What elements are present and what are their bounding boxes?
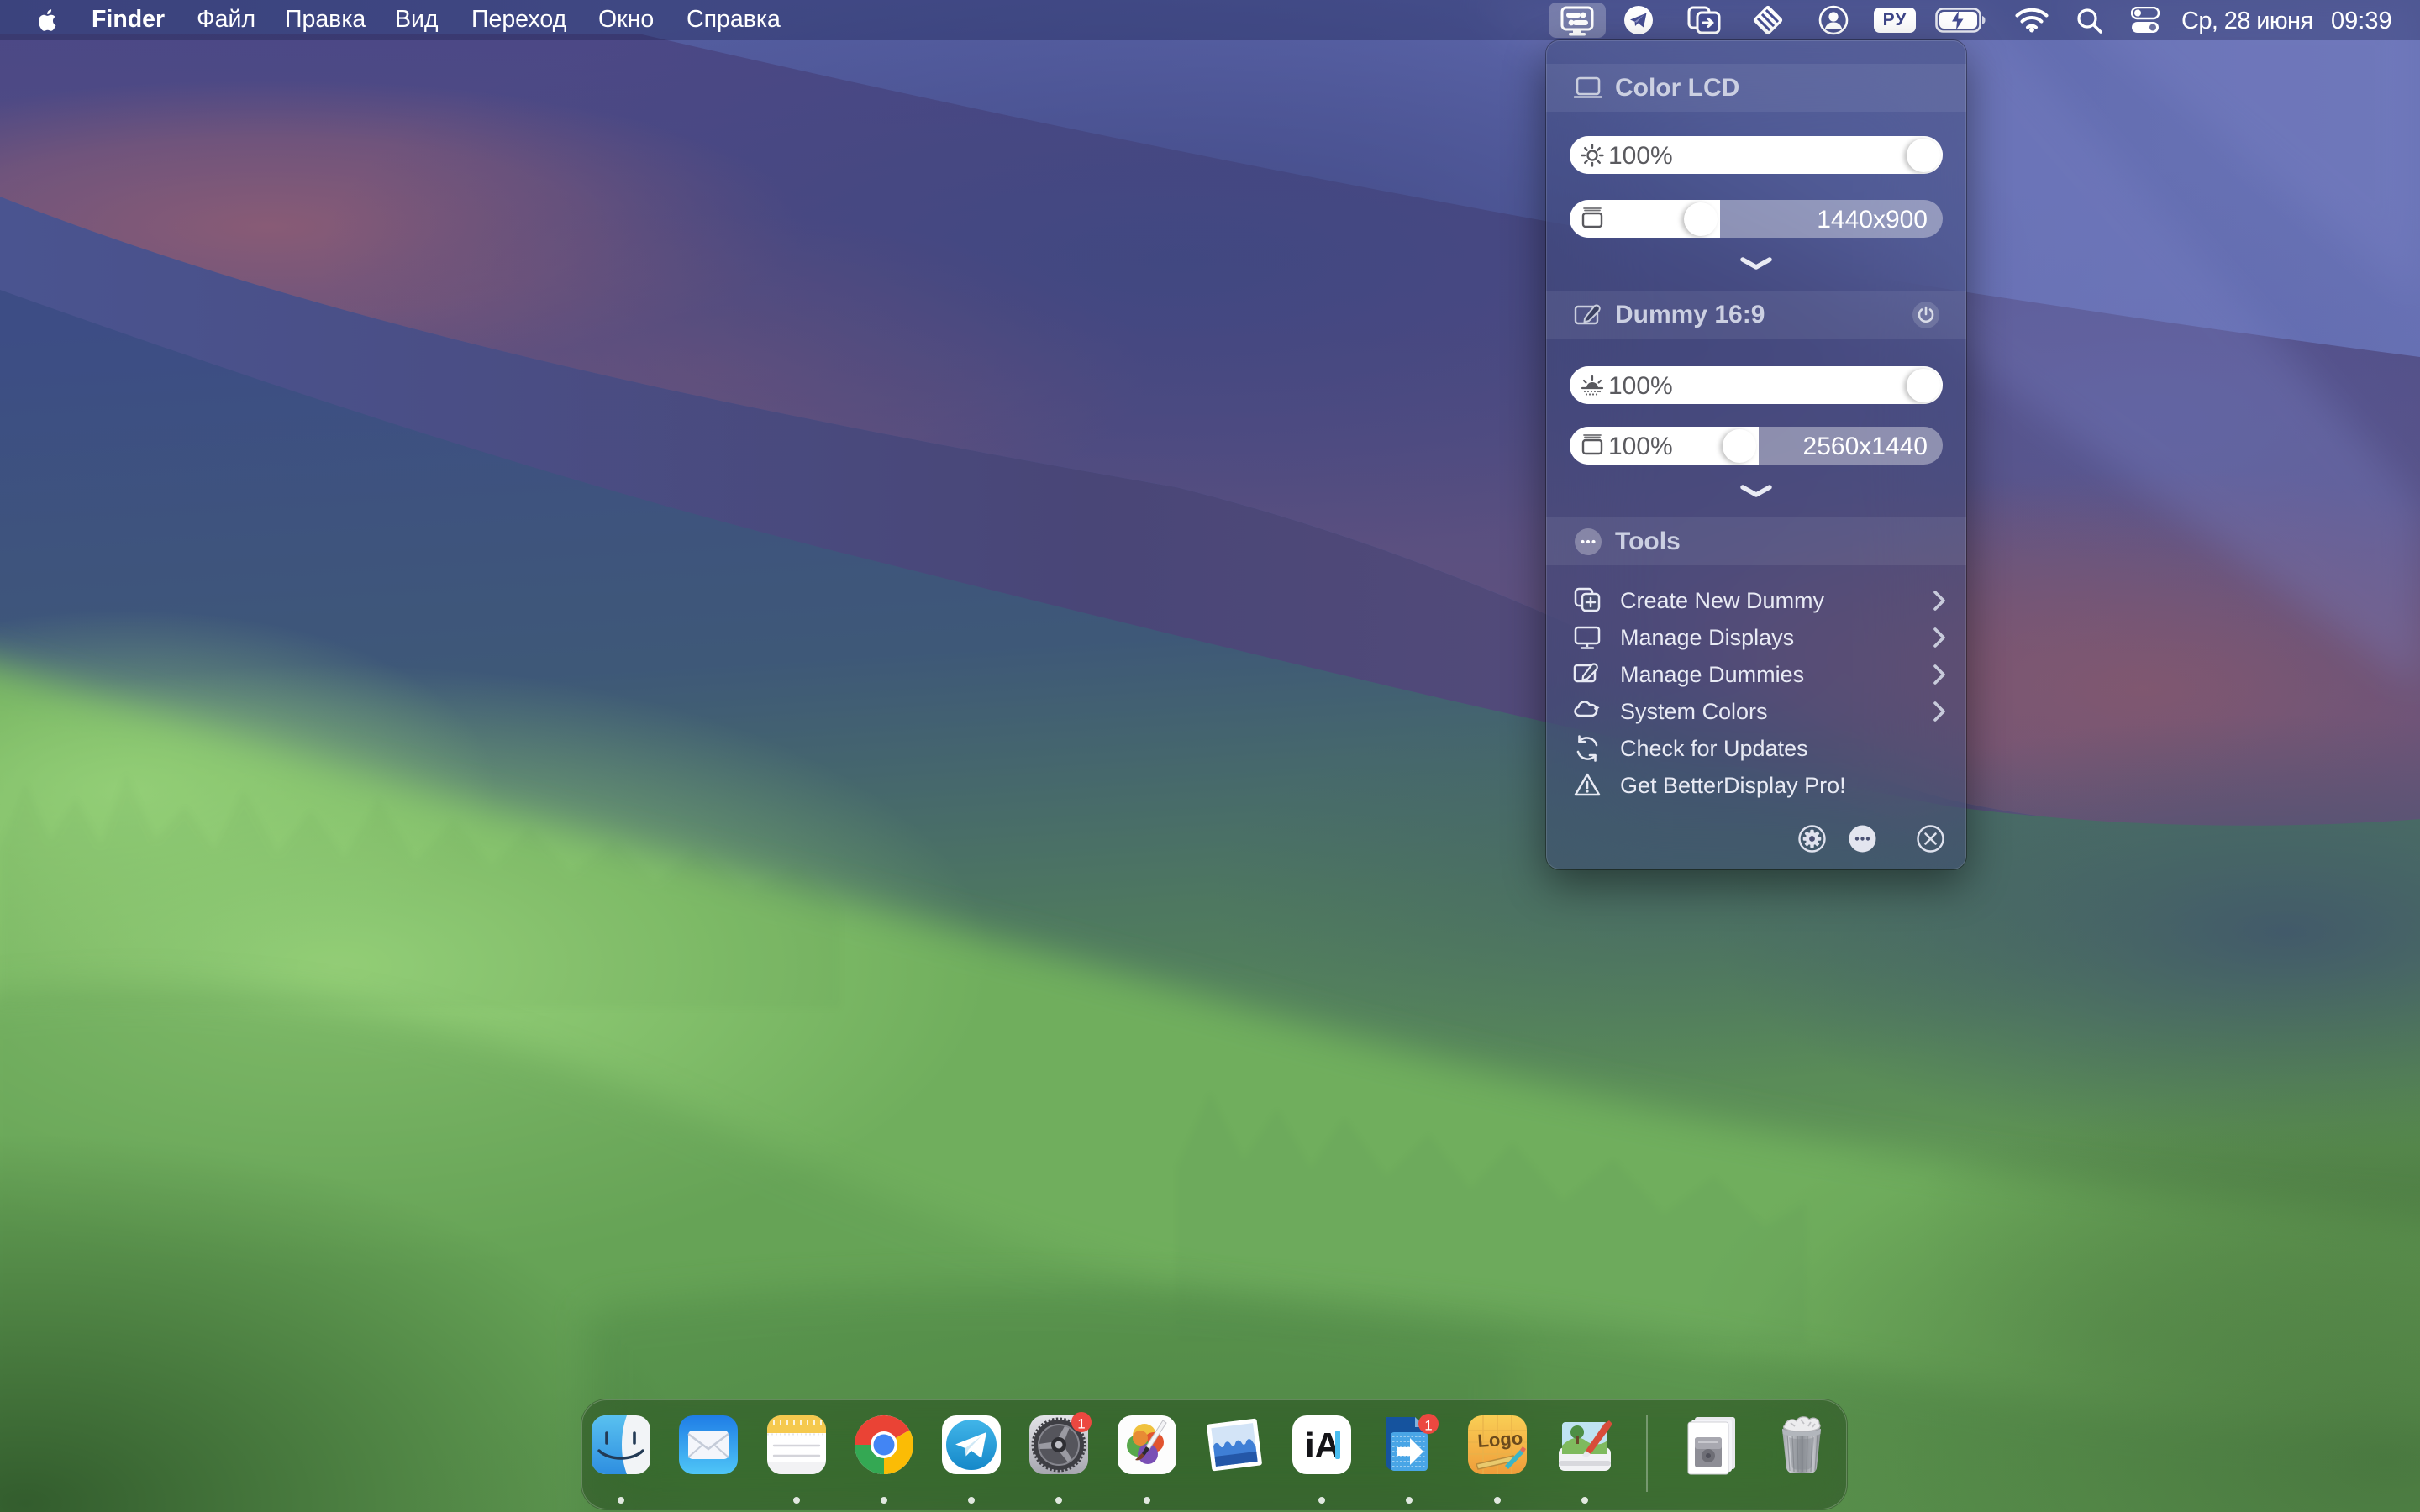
svg-text:1: 1 [1077,1416,1085,1432]
svg-text:iA: iA [1305,1425,1340,1465]
svg-text:Logo: Logo [1477,1427,1523,1452]
svg-text:1: 1 [1424,1418,1432,1434]
